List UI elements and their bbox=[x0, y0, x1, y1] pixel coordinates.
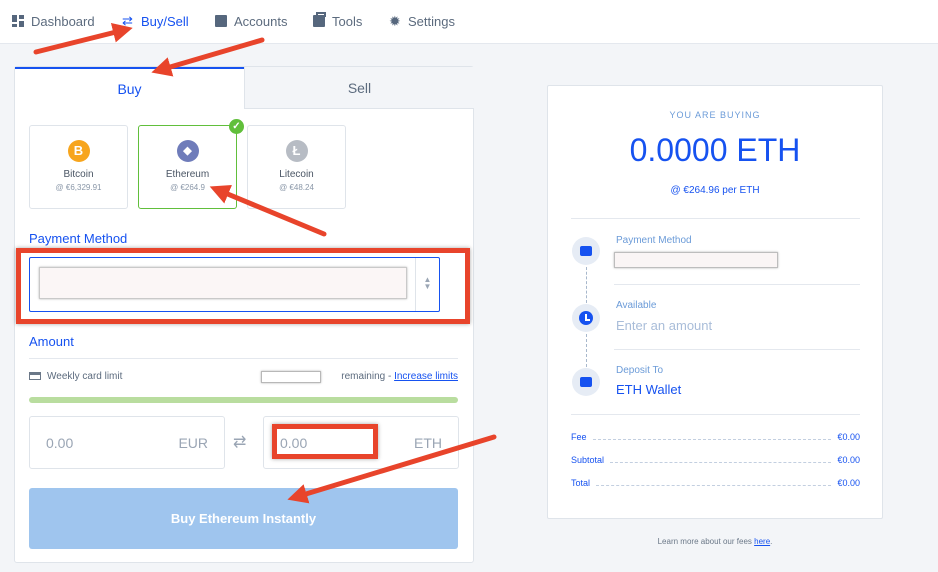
arrow-to-ethereum bbox=[209, 184, 327, 237]
arrow-to-buy-tab bbox=[151, 37, 265, 77]
annotation-arrows bbox=[33, 22, 497, 504]
arrow-to-buy-button bbox=[287, 434, 497, 504]
arrow-to-buy-sell bbox=[33, 22, 133, 55]
